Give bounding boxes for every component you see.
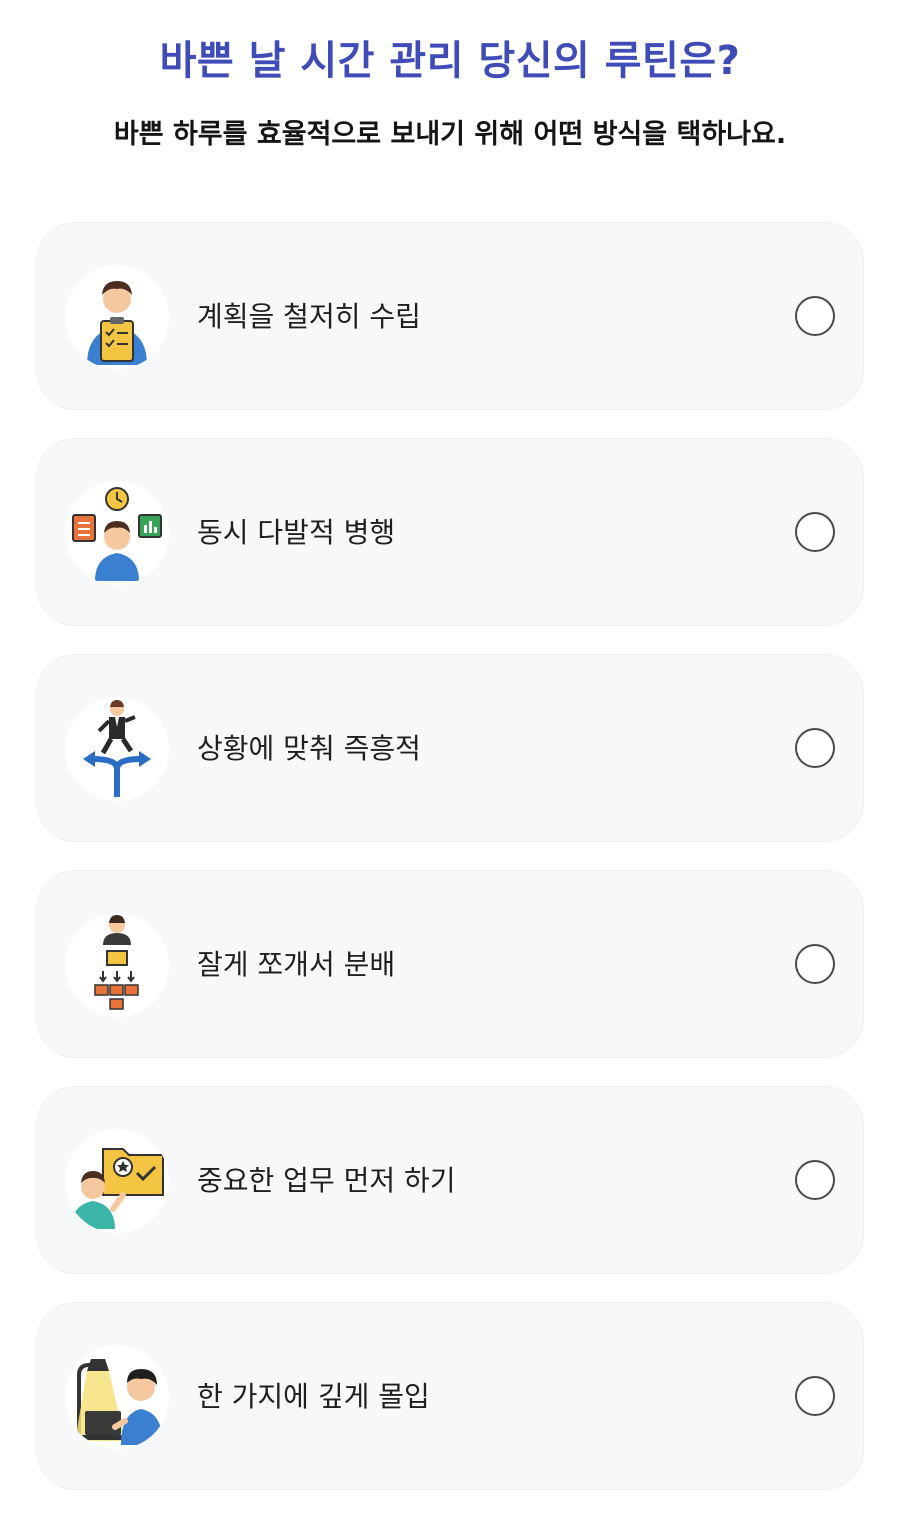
option-card-breakdown[interactable]: 잘게 쪼개서 분배 [36,870,864,1058]
option-label: 계획을 철저히 수립 [197,300,421,333]
page-title: 바쁜 날 시간 관리 당신의 루틴은? [159,38,741,84]
option-label: 잘게 쪼개서 분배 [197,948,396,981]
multitasking-icon [65,481,169,585]
option-label: 동시 다발적 병행 [197,516,396,549]
option-card-improvise[interactable]: 상황에 맞춰 즉흥적 [36,654,864,842]
option-card-priority[interactable]: 중요한 업무 먼저 하기 [36,1086,864,1274]
radio-button[interactable] [795,1376,835,1416]
option-label: 상황에 맞춰 즉흥적 [197,732,421,765]
radio-button[interactable] [795,512,835,552]
option-card-planning[interactable]: 계획을 철저히 수립 [36,222,864,410]
radio-button[interactable] [795,944,835,984]
option-label: 한 가지에 깊게 몰입 [197,1380,430,1413]
crossroads-icon [65,697,169,801]
radio-button[interactable] [795,1160,835,1200]
options-list: 계획을 철저히 수립 동시 다발적 병행 상황에 맞춰 즉흥적 잘게 쪼개서 분… [36,222,864,1518]
deep-focus-icon [65,1345,169,1449]
option-label: 중요한 업무 먼저 하기 [197,1164,456,1197]
option-card-multitasking[interactable]: 동시 다발적 병행 [36,438,864,626]
radio-button[interactable] [795,728,835,768]
page-subtitle: 바쁜 하루를 효율적으로 보내기 위해 어떤 방식을 택하나요. [113,119,787,150]
priority-folder-icon [65,1129,169,1233]
planner-clipboard-icon [65,265,169,369]
option-card-deep-focus[interactable]: 한 가지에 깊게 몰입 [36,1302,864,1490]
radio-button[interactable] [795,296,835,336]
task-breakdown-icon [65,913,169,1017]
